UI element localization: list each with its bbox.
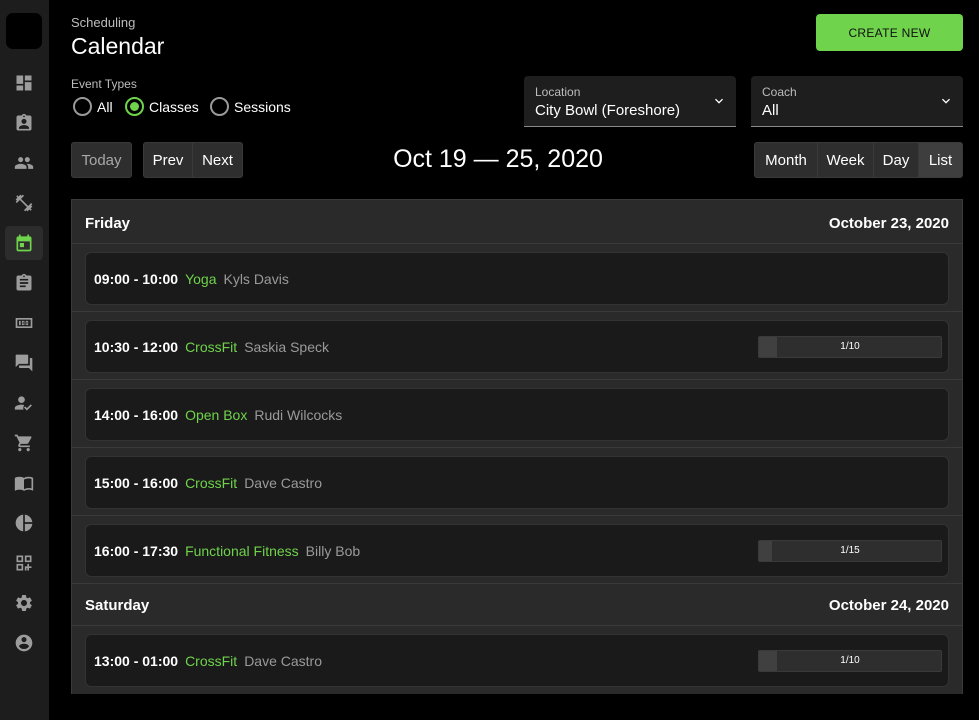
location-value: City Bowl (Foreshore) <box>535 102 681 119</box>
sidebar <box>0 0 49 720</box>
qr-code-icon[interactable] <box>5 546 43 580</box>
capacity-text: 1/10 <box>840 341 860 352</box>
event-coach: Rudi Wilcocks <box>254 407 343 423</box>
prev-button[interactable]: Prev <box>143 142 193 178</box>
radio-label: Classes <box>149 98 199 115</box>
coach-value: All <box>762 102 779 119</box>
event-class: Yoga <box>185 271 217 287</box>
day-name: Friday <box>85 215 131 232</box>
chat-icon[interactable] <box>5 346 43 380</box>
day-header: Friday October 23, 2020 <box>72 200 962 244</box>
radio-all[interactable]: All <box>73 97 113 116</box>
event-time: 09:00 - 10:00 <box>94 271 179 287</box>
settings-icon[interactable] <box>5 586 43 620</box>
event-coach: Saskia Speck <box>244 339 330 355</box>
dashboard-icon[interactable] <box>5 66 43 100</box>
list-item: 15:00 - 16:00 CrossFit Dave Castro <box>72 448 962 516</box>
people-icon[interactable] <box>5 146 43 180</box>
event-card[interactable]: 16:00 - 17:30 Functional Fitness Billy Bob… <box>85 524 949 577</box>
fitness-icon[interactable] <box>5 186 43 220</box>
create-new-button[interactable]: CREATE NEW <box>816 14 963 51</box>
logo[interactable] <box>6 13 42 49</box>
capacity-text: 1/15 <box>840 545 860 556</box>
view-week-button[interactable]: Week <box>817 142 874 178</box>
radio-circle[interactable] <box>73 97 92 116</box>
event-types-label: Event Types <box>71 77 137 91</box>
radio-circle[interactable] <box>125 97 144 116</box>
radio-classes[interactable]: Classes <box>125 97 199 116</box>
view-day-button[interactable]: Day <box>873 142 919 178</box>
coach-select[interactable]: Coach All <box>751 76 963 127</box>
next-button[interactable]: Next <box>192 142 243 178</box>
event-card[interactable]: 09:00 - 10:00 Yoga Kyls Davis <box>85 252 949 305</box>
day-date: October 24, 2020 <box>828 597 949 614</box>
event-class: Functional Fitness <box>185 543 299 559</box>
event-card[interactable]: 10:30 - 12:00 CrossFit Saskia Speck 1/10 <box>85 320 949 373</box>
event-class: Open Box <box>185 407 248 423</box>
radio-label: Sessions <box>234 98 291 115</box>
capacity-bar: 1/15 <box>758 540 942 562</box>
page-subtitle: Scheduling <box>71 15 136 30</box>
event-time: 14:00 - 16:00 <box>94 407 179 423</box>
radio-sessions[interactable]: Sessions <box>210 97 291 116</box>
event-time: 16:00 - 17:30 <box>94 543 179 559</box>
radio-label: All <box>97 98 113 115</box>
list-item: 10:30 - 12:00 CrossFit Saskia Speck 1/10 <box>72 312 962 380</box>
account-icon[interactable] <box>5 626 43 660</box>
event-card[interactable]: 14:00 - 16:00 Open Box Rudi Wilcocks <box>85 388 949 441</box>
capacity-bar: 1/10 <box>758 336 942 358</box>
event-card[interactable]: 15:00 - 16:00 CrossFit Dave Castro <box>85 456 949 509</box>
location-label: Location <box>535 85 581 99</box>
event-time: 15:00 - 16:00 <box>94 475 179 491</box>
capacity-text: 1/10 <box>840 655 860 666</box>
day-date: October 23, 2020 <box>828 215 949 232</box>
chevron-down-icon <box>711 93 727 109</box>
event-coach: Dave Castro <box>244 475 322 491</box>
event-time: 10:30 - 12:00 <box>94 339 179 355</box>
assignment-icon[interactable] <box>5 266 43 300</box>
event-class: CrossFit <box>185 653 238 669</box>
coach-label: Coach <box>762 85 797 99</box>
event-time: 13:00 - 01:00 <box>94 653 179 669</box>
view-list-button[interactable]: List <box>918 142 963 178</box>
today-button[interactable]: Today <box>71 142 132 178</box>
clipboard-user-icon[interactable] <box>5 106 43 140</box>
capacity-bar: 1/10 <box>758 650 942 672</box>
book-icon[interactable] <box>5 466 43 500</box>
date-range-title: Oct 19 — 25, 2020 <box>393 145 603 173</box>
radio-circle[interactable] <box>210 97 229 116</box>
day-header: Saturday October 24, 2020 <box>72 584 962 626</box>
event-class: CrossFit <box>185 339 238 355</box>
event-coach: Dave Castro <box>244 653 322 669</box>
event-coach: Billy Bob <box>305 543 361 559</box>
day-name: Saturday <box>85 597 150 614</box>
event-coach: Kyls Davis <box>223 271 289 287</box>
person-check-icon[interactable] <box>5 386 43 420</box>
scoreboard-icon[interactable] <box>5 306 43 340</box>
pie-chart-icon[interactable] <box>5 506 43 540</box>
location-select[interactable]: Location City Bowl (Foreshore) <box>524 76 736 127</box>
chevron-down-icon <box>938 93 954 109</box>
calendar-icon[interactable] <box>5 226 43 260</box>
cart-icon[interactable] <box>5 426 43 460</box>
page-title: Calendar <box>71 33 165 59</box>
list-item: 16:00 - 17:30 Functional Fitness Billy Bob… <box>72 516 962 584</box>
event-class: CrossFit <box>185 475 238 491</box>
list-item: 13:00 - 01:00 CrossFit Dave Castro 1/10 <box>72 626 962 694</box>
list-item: 14:00 - 16:00 Open Box Rudi Wilcocks <box>72 380 962 448</box>
event-card[interactable]: 13:00 - 01:00 CrossFit Dave Castro 1/10 <box>85 634 949 687</box>
view-month-button[interactable]: Month <box>754 142 818 178</box>
event-list: Friday October 23, 2020 09:00 - 10:00 Yog… <box>71 199 963 694</box>
list-item: 09:00 - 10:00 Yoga Kyls Davis <box>72 244 962 312</box>
